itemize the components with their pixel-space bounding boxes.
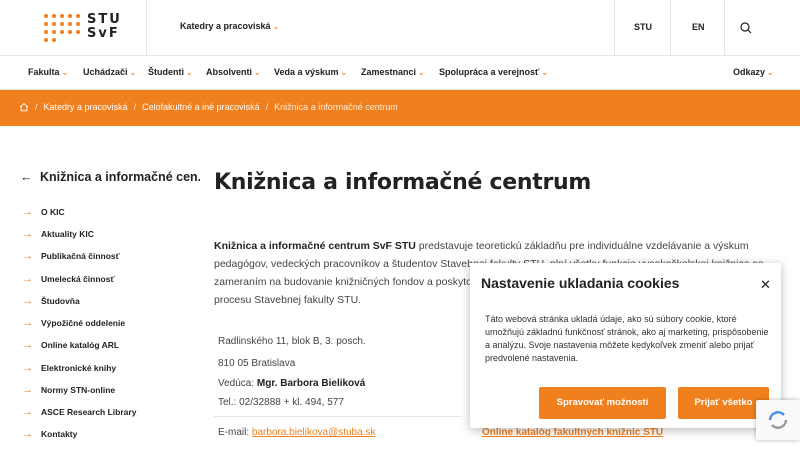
chevron-down-icon: ⌄: [186, 68, 193, 77]
chevron-down-icon: ⌄: [272, 22, 280, 31]
stu-svf-logo[interactable]: STU SvF: [44, 12, 134, 42]
breadcrumb-band: / Katedry a pracoviská / Celofakultné a …: [0, 90, 800, 126]
sidebar-item-normy-stn[interactable]: → Normy STN-online: [22, 384, 115, 396]
breadcrumb-faculty-units[interactable]: Celofakultné a iné pracoviská: [142, 102, 260, 112]
cookie-dialog-text: Táto webová stránka ukladá údaje, ako sú…: [485, 314, 769, 363]
arrow-right-icon: →: [22, 273, 33, 285]
head-name: Mgr. Barbora Bieliková: [256, 378, 366, 389]
arrow-right-icon: →: [22, 250, 33, 262]
language-en-link[interactable]: EN: [692, 22, 705, 32]
nav-item-veda[interactable]: Veda a výskum ⌄: [274, 67, 347, 77]
arrow-right-icon: →: [22, 362, 33, 374]
home-icon[interactable]: [19, 102, 29, 112]
nav-item-fakulta[interactable]: Fakulta ⌄: [28, 67, 68, 77]
chevron-down-icon: ⌄: [767, 68, 774, 77]
sidebar-item-asce-library[interactable]: → ASCE Research Library: [22, 406, 136, 418]
arrow-right-icon: →: [22, 228, 33, 240]
sidebar-item-o-kic[interactable]: → O KIC: [22, 206, 65, 218]
logo-text: STU SvF: [87, 12, 122, 41]
chevron-down-icon: ⌄: [254, 68, 261, 77]
search-icon: [740, 22, 752, 34]
sidebar-item-publikacna-cinnost[interactable]: → Publikačná činnosť: [22, 250, 120, 262]
arrow-right-icon: →: [22, 384, 33, 396]
departments-dropdown[interactable]: Katedry a pracoviská ⌄: [180, 21, 279, 31]
sidebar-item-aktuality[interactable]: → Aktuality KIC: [22, 228, 94, 240]
divider: [214, 416, 462, 417]
arrow-right-icon: →: [22, 428, 33, 440]
email-link[interactable]: barbora.bielikova@stuba.sk: [252, 427, 376, 438]
sidebar-item-vypozicne-oddelenie[interactable]: → Výpožičné oddelenie: [22, 317, 125, 329]
nav-item-studenti[interactable]: Študenti ⌄: [148, 67, 193, 77]
recaptcha-badge[interactable]: [756, 400, 800, 440]
close-icon[interactable]: ✕: [760, 277, 771, 293]
email-line: E-mail: barbora.bielikova@stuba.sk: [218, 427, 376, 438]
recaptcha-icon: [768, 411, 788, 429]
address-line-2: 810 05 Bratislava: [218, 358, 296, 369]
chevron-down-icon: ⌄: [340, 68, 348, 77]
sidebar-heading[interactable]: ← Knižnica a informačné cen...: [20, 170, 200, 184]
breadcrumb-current: Knižnica a informačné centrum: [274, 102, 398, 112]
departments-dropdown-label: Katedry a pracoviská: [180, 21, 271, 31]
sidebar-item-online-katalog[interactable]: → Online katalóg ARL: [22, 339, 119, 351]
manage-options-button[interactable]: Spravovať možnosti: [539, 387, 666, 419]
breadcrumb-departments[interactable]: Katedry a pracoviská: [44, 102, 128, 112]
chevron-down-icon: ⌄: [541, 68, 549, 77]
arrow-right-icon: →: [22, 406, 33, 418]
nav-item-zamestnanci[interactable]: Zamestnanci ⌄: [361, 67, 425, 77]
nav-item-odkazy[interactable]: Odkazy ⌄: [733, 67, 774, 77]
phone-line: Tel.: 02/32888 + kl. 494, 577: [218, 397, 344, 408]
chevron-down-icon: ⌄: [61, 68, 69, 77]
sidebar-item-elektronicke-knihy[interactable]: → Elektronické knihy: [22, 362, 116, 374]
intro-bold-text: Knižnica a informačné centrum SvF STU: [214, 240, 416, 252]
address-line-1: Radlinského 11, blok B, 3. posch.: [218, 336, 366, 347]
nav-item-spolupraca[interactable]: Spolupráca a verejnosť ⌄: [439, 67, 548, 77]
chevron-down-icon: ⌄: [418, 68, 425, 77]
stu-link[interactable]: STU: [634, 22, 652, 32]
sidebar-item-umelecka-cinnost[interactable]: → Umelecká činnosť: [22, 273, 115, 285]
back-arrow-icon: ←: [20, 170, 33, 184]
chevron-down-icon: ⌄: [129, 68, 137, 77]
head-of-library: Vedúca: Mgr. Barbora Bieliková: [218, 378, 366, 389]
nav-item-uchadzaci[interactable]: Uchádzači ⌄: [83, 67, 136, 77]
main-navigation: Fakulta ⌄ Uchádzači ⌄ Študenti ⌄ Absolventi…: [0, 56, 800, 90]
sidebar-item-studovna[interactable]: → Študovňa: [22, 295, 80, 307]
logo-dots-icon: [44, 14, 80, 42]
search-button[interactable]: [736, 18, 756, 38]
nav-item-absolventi[interactable]: Absolventi ⌄: [206, 67, 261, 77]
top-header: STU SvF Katedry a pracoviská ⌄ STU EN: [0, 0, 800, 56]
catalog-link[interactable]: Online katalóg fakultných knižníc STU: [482, 427, 663, 438]
page-title: Knižnica a informačné centrum: [214, 170, 591, 195]
breadcrumb: / Katedry a pracoviská / Celofakultné a …: [19, 102, 398, 112]
cookie-consent-dialog: Nastavenie ukladania cookies ✕ Táto webo…: [470, 263, 781, 428]
arrow-right-icon: →: [22, 206, 33, 218]
sidebar-item-kontakty[interactable]: → Kontakty: [22, 428, 77, 440]
arrow-right-icon: →: [22, 339, 33, 351]
arrow-right-icon: →: [22, 317, 33, 329]
cookie-dialog-title: Nastavenie ukladania cookies: [481, 275, 680, 291]
arrow-right-icon: →: [22, 295, 33, 307]
